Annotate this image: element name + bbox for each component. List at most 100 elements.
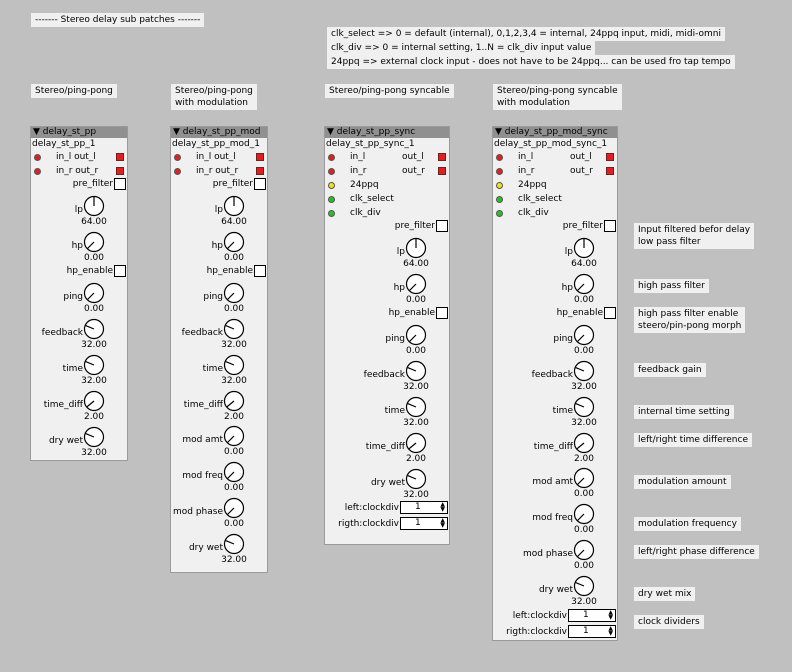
- hp-knob[interactable]: [573, 273, 595, 295]
- inlet-clk-div[interactable]: [496, 210, 503, 217]
- inlet-clk-select[interactable]: [496, 196, 503, 203]
- mod-phase-value: 0.00: [223, 519, 245, 529]
- ping-knob[interactable]: [223, 282, 245, 304]
- port-label-in-l: in_l: [350, 152, 366, 162]
- object-type-label: delay_st_pp: [42, 127, 97, 137]
- feedback-knob[interactable]: [83, 318, 105, 340]
- title-comment: ------- Stereo delay sub patches -------: [31, 13, 205, 27]
- outlet-out-r[interactable]: [256, 167, 264, 175]
- inlet-in-l[interactable]: [34, 154, 41, 161]
- lp-knob[interactable]: [405, 237, 427, 259]
- time-knob[interactable]: [83, 354, 105, 376]
- time-diff-knob[interactable]: [83, 390, 105, 412]
- right-clockdiv-numbox[interactable]: 1 ▲ ▼: [568, 625, 616, 638]
- pre-filter-checkbox[interactable]: [436, 220, 448, 232]
- ping-knob[interactable]: [83, 282, 105, 304]
- mod-phase-knob[interactable]: [223, 497, 245, 519]
- inlet-in-l[interactable]: [174, 154, 181, 161]
- param-label-dry-wet: dry wet: [48, 436, 83, 446]
- stepper-arrows-icon[interactable]: ▲ ▼: [440, 502, 445, 513]
- time-diff-value: 2.00: [83, 412, 105, 422]
- pre-filter-checkbox[interactable]: [114, 178, 126, 190]
- param-label-mod-amt: mod amt: [182, 435, 223, 445]
- outlet-out-l[interactable]: [438, 153, 446, 161]
- inlet-in-l[interactable]: [496, 154, 503, 161]
- port-label-out-r: out_r: [402, 166, 425, 176]
- outlet-out-l[interactable]: [256, 153, 264, 161]
- time-knob[interactable]: [573, 396, 595, 418]
- inlet-24ppq[interactable]: [328, 182, 335, 189]
- stepper-arrows-icon[interactable]: ▲ ▼: [608, 610, 613, 621]
- mod-phase-knob[interactable]: [573, 539, 595, 561]
- object-delay-st-pp-mod[interactable]: ▼ delay_st_pp_mod delay_st_pp_mod_1 in_l…: [170, 126, 268, 573]
- inlet-clk-div[interactable]: [328, 210, 335, 217]
- dry-wet-knob[interactable]: [83, 426, 105, 448]
- info-comment-clk-div: clk_div => 0 = internal setting, 1..N = …: [327, 41, 596, 55]
- mod-freq-knob[interactable]: [573, 503, 595, 525]
- inlet-in-l[interactable]: [328, 154, 335, 161]
- time-diff-knob[interactable]: [223, 390, 245, 412]
- feedback-knob[interactable]: [405, 360, 427, 382]
- lp-knob[interactable]: [223, 195, 245, 217]
- dry-wet-value: 32.00: [221, 555, 247, 565]
- time-knob[interactable]: [223, 354, 245, 376]
- mod-freq-knob[interactable]: [223, 461, 245, 483]
- param-label-hp-enable: hp_enable: [66, 266, 113, 276]
- inlet-clk-select[interactable]: [328, 196, 335, 203]
- object-header[interactable]: ▼ delay_st_pp_mod_sync: [493, 127, 617, 138]
- object-header[interactable]: ▼ delay_st_pp: [31, 127, 127, 138]
- time-knob[interactable]: [405, 396, 427, 418]
- object-delay-st-pp[interactable]: ▼ delay_st_pp delay_st_pp_1 in_l out_l i…: [30, 126, 128, 461]
- dry-wet-knob[interactable]: [405, 468, 427, 490]
- stepper-arrows-icon[interactable]: ▲ ▼: [608, 626, 613, 637]
- feedback-knob[interactable]: [573, 360, 595, 382]
- hp-enable-checkbox[interactable]: [254, 265, 266, 277]
- param-label-right-clockdiv: rigth:clockdiv: [338, 519, 399, 529]
- hp-knob[interactable]: [83, 231, 105, 253]
- param-label-hp: hp: [561, 283, 573, 293]
- inlet-in-r[interactable]: [328, 168, 335, 175]
- outlet-out-r[interactable]: [606, 167, 614, 175]
- outlet-out-l[interactable]: [116, 153, 124, 161]
- port-label-clk-div: clk_div: [350, 208, 381, 218]
- param-label-ping: ping: [63, 292, 83, 302]
- hp-knob[interactable]: [405, 273, 427, 295]
- object-header[interactable]: ▼ delay_st_pp_mod: [171, 127, 267, 138]
- time-diff-knob[interactable]: [405, 432, 427, 454]
- mod-amt-knob[interactable]: [573, 467, 595, 489]
- ping-knob[interactable]: [405, 324, 427, 346]
- dry-wet-knob[interactable]: [573, 575, 595, 597]
- hp-knob[interactable]: [223, 231, 245, 253]
- ping-value: 0.00: [405, 346, 427, 356]
- right-clockdiv-numbox[interactable]: 1 ▲ ▼: [400, 517, 448, 530]
- lp-knob[interactable]: [83, 195, 105, 217]
- column-heading-stereo-sync: Stereo/ping-pong syncable: [325, 84, 454, 98]
- lp-knob[interactable]: [573, 237, 595, 259]
- outlet-out-r[interactable]: [116, 167, 124, 175]
- object-header[interactable]: ▼ delay_st_pp_sync: [325, 127, 449, 138]
- hp-enable-checkbox[interactable]: [604, 307, 616, 319]
- port-label-clk-div: clk_div: [518, 208, 549, 218]
- dry-wet-knob[interactable]: [223, 533, 245, 555]
- inlet-in-r[interactable]: [174, 168, 181, 175]
- ping-knob[interactable]: [573, 324, 595, 346]
- pre-filter-checkbox[interactable]: [254, 178, 266, 190]
- inlet-24ppq[interactable]: [496, 182, 503, 189]
- outlet-out-r[interactable]: [438, 167, 446, 175]
- object-delay-st-pp-sync[interactable]: ▼ delay_st_pp_sync delay_st_pp_sync_1 in…: [324, 126, 450, 545]
- hp-enable-checkbox[interactable]: [114, 265, 126, 277]
- pre-filter-checkbox[interactable]: [604, 220, 616, 232]
- feedback-knob[interactable]: [223, 318, 245, 340]
- stepper-arrows-icon[interactable]: ▲ ▼: [440, 518, 445, 529]
- object-delay-st-pp-mod-sync[interactable]: ▼ delay_st_pp_mod_sync delay_st_pp_mod_s…: [492, 126, 618, 641]
- param-label-left-clockdiv: left:clockdiv: [344, 503, 399, 513]
- inlet-in-r[interactable]: [496, 168, 503, 175]
- left-clockdiv-numbox[interactable]: 1 ▲ ▼: [400, 501, 448, 514]
- mod-amt-knob[interactable]: [223, 425, 245, 447]
- time-diff-knob[interactable]: [573, 432, 595, 454]
- left-clockdiv-numbox[interactable]: 1 ▲ ▼: [568, 609, 616, 622]
- param-label-time-diff: time_diff: [365, 442, 405, 452]
- outlet-out-l[interactable]: [606, 153, 614, 161]
- inlet-in-r[interactable]: [34, 168, 41, 175]
- hp-enable-checkbox[interactable]: [436, 307, 448, 319]
